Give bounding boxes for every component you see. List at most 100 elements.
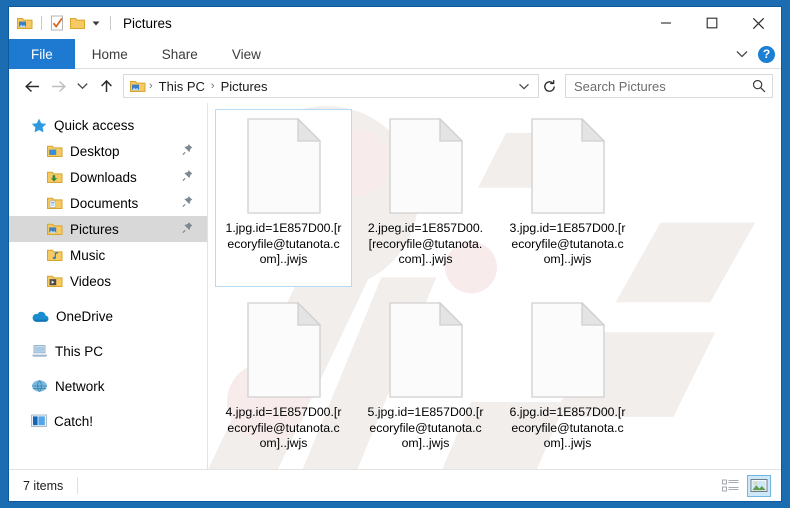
file-item[interactable]: 6.jpg.id=1E857D00.[recoryfile@tutanota.c… [499,293,636,469]
window-title: Pictures [123,16,172,31]
tab-home[interactable]: Home [75,39,145,69]
blank-document-icon [389,302,463,398]
status-divider [77,477,78,494]
title-bar: Pictures [9,7,781,39]
sidebar-item-onedrive[interactable]: OneDrive [9,303,207,329]
main-area: Quick access Desktop Downloads Documents Pic… [9,103,781,469]
details-view-button[interactable] [718,475,742,497]
desktop-folder-icon [47,144,63,158]
status-bar: 7 items [9,469,781,501]
sidebar-item-label: Downloads [70,170,137,185]
sidebar-item-label: Desktop [70,144,120,159]
search-input[interactable] [574,79,752,94]
network-icon [31,379,48,393]
blank-document-icon [247,118,321,214]
this-pc-icon [31,344,48,358]
file-name-label: 5.jpg.id=1E857D00.[recoryfile@tutanota.c… [367,405,485,452]
sidebar-item-music[interactable]: Music [9,242,207,268]
sidebar-group-gap [9,399,207,408]
breadcrumb[interactable]: › This PC › Pictures [123,74,539,98]
sidebar-item-label: Quick access [54,118,134,133]
sidebar-group-gap [9,294,207,303]
sidebar-group-gap [9,329,207,338]
sidebar-item-documents[interactable]: Documents [9,190,207,216]
large-icons-view-button[interactable] [747,475,771,497]
refresh-button[interactable] [539,75,559,97]
sidebar-item-pictures[interactable]: Pictures [9,216,207,242]
breadcrumb-pictures-folder-icon[interactable] [130,79,146,93]
expand-ribbon-chevron-down-icon[interactable] [735,49,749,59]
pictures-folder-icon [47,222,63,236]
new-folder-icon[interactable] [70,16,85,30]
videos-folder-icon [47,274,63,288]
sidebar-item-quick-access[interactable]: Quick access [9,112,207,138]
pin-icon[interactable] [182,144,193,159]
sidebar-group-gap [9,364,207,373]
star-icon [31,118,47,133]
pin-icon[interactable] [182,170,193,185]
search-icon[interactable] [752,79,766,93]
ribbon-tab-bar: File Home Share View ? [9,39,781,69]
blank-document-icon [247,302,321,398]
search-box[interactable] [565,74,773,98]
breadcrumb-chevron-down-icon[interactable] [514,75,534,97]
pin-icon[interactable] [182,222,193,237]
file-item[interactable]: 2.jpeg.id=1E857D00.[recoryfile@tutanota.… [357,109,494,287]
toolbar-divider-2 [110,16,111,30]
breadcrumb-separator-1: › [146,80,156,92]
chevron-down-icon[interactable] [90,17,102,29]
item-count-label: 7 items [23,479,63,493]
file-name-label: 2.jpeg.id=1E857D00.[recoryfile@tutanota.… [367,221,485,268]
breadcrumb-item-this-pc[interactable]: This PC [156,79,208,94]
sidebar-item-label: Music [70,248,105,263]
file-item[interactable]: 3.jpg.id=1E857D00.[recoryfile@tutanota.c… [499,109,636,287]
maximize-button[interactable] [689,7,735,39]
window-controls [643,7,781,39]
file-item[interactable]: 4.jpg.id=1E857D00.[recoryfile@tutanota.c… [215,293,352,469]
tab-share[interactable]: Share [145,39,215,69]
sidebar-item-this-pc[interactable]: This PC [9,338,207,364]
sidebar-item-network[interactable]: Network [9,373,207,399]
file-name-label: 3.jpg.id=1E857D00.[recoryfile@tutanota.c… [509,221,627,268]
file-name-label: 6.jpg.id=1E857D00.[recoryfile@tutanota.c… [509,405,627,452]
sidebar-item-videos[interactable]: Videos [9,268,207,294]
pictures-folder-icon[interactable] [17,16,33,30]
up-button[interactable] [93,73,119,99]
view-buttons [718,475,771,497]
breadcrumb-item-pictures[interactable]: Pictures [218,79,271,94]
quick-access-toolbar [9,15,114,31]
sidebar-item-label: Documents [70,196,138,211]
toolbar-divider [41,16,42,30]
forward-button[interactable] [45,73,71,99]
recent-locations-chevron-down-icon[interactable] [71,73,93,99]
file-item[interactable]: 1.jpg.id=1E857D00.[recoryfile@tutanota.c… [215,109,352,287]
tab-view[interactable]: View [215,39,278,69]
blank-document-icon [531,118,605,214]
file-list-pane[interactable]: 1.jpg.id=1E857D00.[recoryfile@tutanota.c… [207,103,781,469]
blank-document-icon [389,118,463,214]
sidebar-divider [207,103,208,469]
back-button[interactable] [19,73,45,99]
sidebar-item-desktop[interactable]: Desktop [9,138,207,164]
close-button[interactable] [735,7,781,39]
properties-checkmark-icon[interactable] [50,15,65,31]
downloads-folder-icon [47,170,63,184]
sidebar-item-label: OneDrive [56,309,113,324]
tab-file[interactable]: File [9,39,75,69]
minimize-button[interactable] [643,7,689,39]
file-name-label: 1.jpg.id=1E857D00.[recoryfile@tutanota.c… [225,221,343,268]
sidebar-item-label: Pictures [70,222,119,237]
sidebar-item-label: This PC [55,344,103,359]
pin-icon[interactable] [182,196,193,211]
file-explorer-window: Pictures File Home Share View ? [8,6,782,502]
blank-document-icon [531,302,605,398]
file-name-label: 4.jpg.id=1E857D00.[recoryfile@tutanota.c… [225,405,343,452]
help-button[interactable]: ? [758,46,775,63]
sidebar-item-downloads[interactable]: Downloads [9,164,207,190]
file-grid: 1.jpg.id=1E857D00.[recoryfile@tutanota.c… [207,103,781,469]
navigation-pane: Quick access Desktop Downloads Documents Pic… [9,103,207,469]
sidebar-item-label: Videos [70,274,111,289]
sidebar-item-catch[interactable]: Catch! [9,408,207,434]
file-item[interactable]: 5.jpg.id=1E857D00.[recoryfile@tutanota.c… [357,293,494,469]
onedrive-cloud-icon [31,310,49,323]
